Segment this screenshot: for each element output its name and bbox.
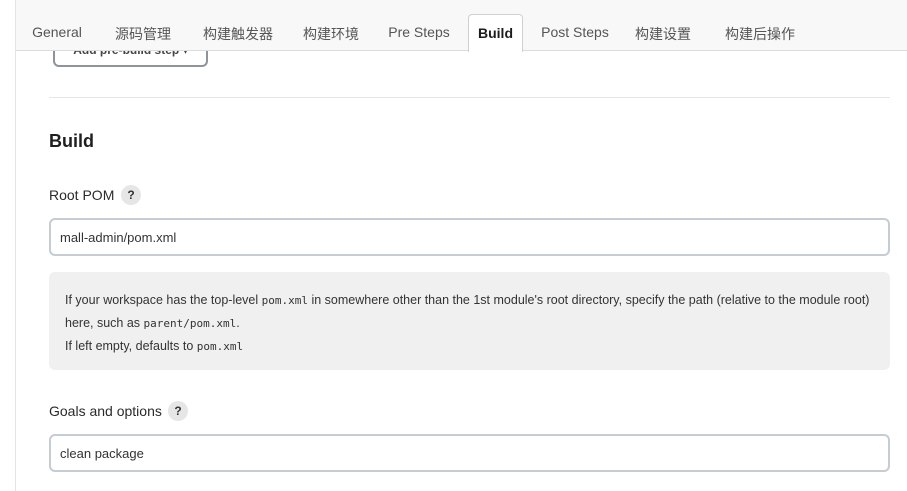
tab-build-triggers[interactable]: 构建触发器 bbox=[198, 14, 278, 51]
build-section-title: Build bbox=[49, 131, 94, 151]
help-text-line2: If left empty, defaults to bbox=[65, 339, 197, 353]
help-code-parent-pom: parent/pom.xml bbox=[143, 317, 237, 330]
tab-general[interactable]: General bbox=[26, 14, 88, 51]
section-divider bbox=[49, 97, 890, 98]
tab-pre-steps[interactable]: Pre Steps bbox=[382, 14, 456, 51]
help-text-line1-end: . bbox=[236, 316, 240, 330]
root-pom-help-icon[interactable]: ? bbox=[121, 185, 141, 205]
goals-options-label: Goals and options bbox=[49, 403, 162, 419]
config-tab-bar: General 源码管理 构建触发器 构建环境 Pre Steps Build … bbox=[16, 0, 907, 52]
help-code-pom-xml: pom.xml bbox=[261, 294, 308, 307]
tab-post-build-actions[interactable]: 构建后操作 bbox=[716, 14, 804, 51]
goals-options-input[interactable] bbox=[49, 434, 890, 472]
tab-build-settings[interactable]: 构建设置 bbox=[628, 14, 698, 51]
tab-build-environment[interactable]: 构建环境 bbox=[298, 14, 364, 51]
tab-source-code-management[interactable]: 源码管理 bbox=[108, 14, 178, 51]
root-pom-label: Root POM bbox=[49, 187, 115, 203]
root-pom-help-text: If your workspace has the top-level pom.… bbox=[49, 272, 890, 370]
tab-build[interactable]: Build bbox=[468, 14, 523, 52]
goals-options-help-icon[interactable]: ? bbox=[168, 401, 188, 421]
tab-post-steps[interactable]: Post Steps bbox=[536, 14, 614, 51]
help-code-default-pom: pom.xml bbox=[196, 340, 244, 353]
help-text-line1-start: If your workspace has the top-level bbox=[65, 293, 262, 307]
root-pom-input[interactable] bbox=[49, 218, 890, 256]
page-left-border bbox=[15, 0, 16, 491]
